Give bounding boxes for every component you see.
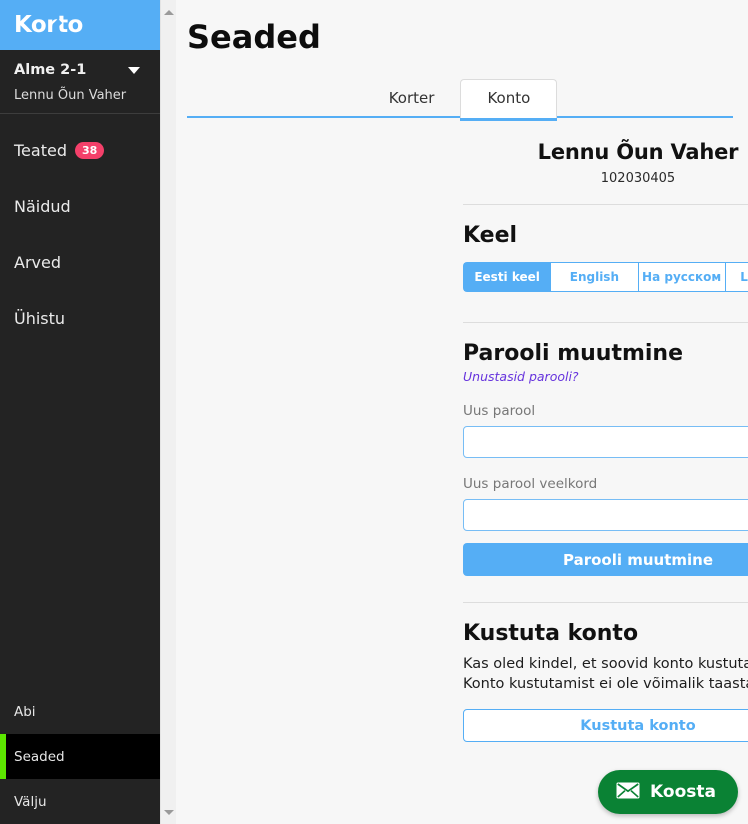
korto-logo[interactable]: Korto xyxy=(14,12,83,38)
sidebar-item-valju[interactable]: Välju xyxy=(0,779,160,824)
delete-section-title: Kustuta konto xyxy=(463,621,639,646)
sidebar-item-teated[interactable]: Teated 38 xyxy=(0,122,160,178)
change-password-button[interactable]: Parooli muutmine xyxy=(463,543,748,576)
scroll-up-arrow-icon[interactable] xyxy=(161,4,177,20)
sidebar-bottom-nav: Abi Seaded Välju xyxy=(0,689,160,824)
main-content: Seaded Korter Konto Lennu Õun Vaher 1020… xyxy=(176,0,748,824)
delete-warning-line2: Konto kustutamist ei ole võimalik taasta… xyxy=(463,676,748,692)
language-section-title: Keel xyxy=(463,223,518,248)
language-option-latvian[interactable]: Latviešu xyxy=(724,262,748,292)
envelope-icon xyxy=(616,782,640,803)
chevron-down-icon[interactable] xyxy=(128,66,140,74)
scroll-down-arrow-icon[interactable] xyxy=(161,804,177,820)
triangle-down-glyph xyxy=(164,809,174,815)
delete-account-button[interactable]: Kustuta konto xyxy=(463,709,748,742)
new-password-input[interactable] xyxy=(463,426,748,458)
sidebar: Korto Alme 2-1 Lennu Õun Vaher Teated 38… xyxy=(0,0,160,824)
section-divider xyxy=(463,204,748,205)
sidebar-item-arved[interactable]: Arved xyxy=(0,234,160,290)
language-option-english[interactable]: English xyxy=(550,262,638,292)
sidebar-item-uhistu[interactable]: Ühistu xyxy=(0,290,160,346)
tab-konto[interactable]: Konto xyxy=(460,79,558,118)
sidebar-item-label: Välju xyxy=(14,793,47,810)
language-option-russian[interactable]: На русском xyxy=(637,262,725,292)
forgot-password-link[interactable]: Unustasid parooli? xyxy=(463,369,579,384)
sidebar-item-label: Teated xyxy=(14,140,67,160)
sidebar-item-label: Ühistu xyxy=(14,308,66,328)
account-name: Alme 2-1 xyxy=(14,62,87,78)
sidebar-item-label: Seaded xyxy=(14,748,65,765)
sidebar-scrollbar[interactable] xyxy=(160,0,176,824)
repeat-password-label: Uus parool veelkord xyxy=(463,476,598,492)
user-id: 102030405 xyxy=(600,171,676,186)
repeat-password-input[interactable] xyxy=(463,499,748,531)
logo-bar: Korto xyxy=(0,0,160,50)
delete-warning-line1: Kas oled kindel, et soovid konto kustuta… xyxy=(463,656,748,672)
sidebar-item-seaded[interactable]: Seaded xyxy=(0,734,160,779)
triangle-up-glyph xyxy=(164,9,174,15)
page-title: Seaded xyxy=(187,18,321,56)
compose-label: Koosta xyxy=(650,782,716,802)
password-section-title: Parooli muutmine xyxy=(463,341,684,366)
logo-label: Korto xyxy=(14,12,83,38)
tab-bar: Korter Konto xyxy=(187,66,733,118)
sidebar-item-label: Arved xyxy=(14,252,61,272)
section-divider xyxy=(463,322,748,323)
compose-button[interactable]: Koosta xyxy=(598,770,738,814)
sidebar-item-label: Abi xyxy=(14,703,36,720)
account-switcher[interactable]: Alme 2-1 Lennu Õun Vaher xyxy=(0,50,160,113)
user-name: Lennu Õun Vaher xyxy=(537,140,739,164)
language-button-group: Eesti keel English На русском Latviešu xyxy=(463,262,748,292)
account-subtitle: Lennu Õun Vaher xyxy=(14,88,127,103)
app-root: Korto Alme 2-1 Lennu Õun Vaher Teated 38… xyxy=(0,0,748,824)
sidebar-item-abi[interactable]: Abi xyxy=(0,689,160,734)
tab-korter[interactable]: Korter xyxy=(363,80,461,118)
sidebar-item-label: Näidud xyxy=(14,196,71,216)
status-badge: 38 xyxy=(74,141,105,159)
settings-panel: Lennu Õun Vaher 102030405 Keel Eesti kee… xyxy=(463,118,748,742)
language-option-eesti[interactable]: Eesti keel xyxy=(463,262,551,292)
section-divider xyxy=(463,602,748,603)
sidebar-item-naidud[interactable]: Näidud xyxy=(0,178,160,234)
new-password-label: Uus parool xyxy=(463,403,536,419)
sidebar-nav: Teated 38 Näidud Arved Ühistu xyxy=(0,114,160,689)
account-row: Alme 2-1 xyxy=(14,62,146,78)
